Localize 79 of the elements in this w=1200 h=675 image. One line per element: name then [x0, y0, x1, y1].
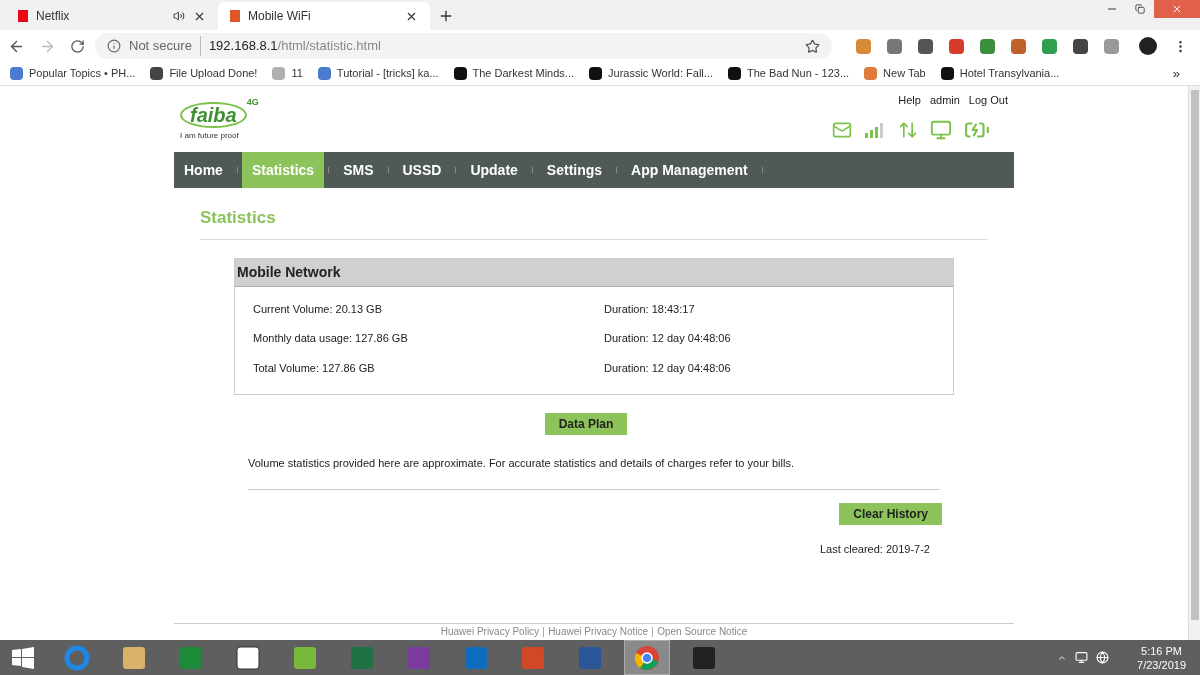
- extension-icon[interactable]: [949, 38, 964, 54]
- extension-icon[interactable]: [980, 38, 995, 54]
- bookmark-item[interactable]: New Tab: [864, 65, 926, 82]
- security-label: Not secure: [129, 36, 201, 56]
- bookmark-star-icon[interactable]: [805, 38, 820, 54]
- logo-tagline: I am future proof: [180, 130, 239, 142]
- last-cleared-text: Last cleared: 2019-7-2: [819, 541, 930, 557]
- page-title: Statistics: [200, 188, 988, 240]
- nav-tab[interactable]: USSD: [392, 152, 452, 188]
- panel-header: Mobile Network: [235, 258, 953, 287]
- avatar-icon[interactable]: [1139, 37, 1157, 55]
- tab-title: Netflix: [36, 8, 71, 25]
- bookmark-item[interactable]: File Upload Done!: [150, 65, 258, 82]
- duration-text: Duration: 12 day 04:48:06: [604, 331, 731, 346]
- app-icon: [406, 644, 432, 671]
- bookmark-item[interactable]: Hotel Transylvania...: [940, 65, 1060, 82]
- header-link[interactable]: Help: [898, 92, 921, 109]
- header-link[interactable]: Log Out: [968, 92, 1008, 109]
- bookmark-item[interactable]: 11: [272, 65, 303, 82]
- footer-link[interactable]: Open Source Notice: [657, 624, 748, 639]
- app-icon: [634, 644, 660, 671]
- address-bar[interactable]: Not secure 192.168.8.1/html/statistic.html: [95, 33, 832, 59]
- logo-4g-label: 4G: [246, 96, 259, 109]
- signal-icon: [864, 121, 886, 138]
- scrollbar[interactable]: [1188, 86, 1200, 640]
- app-icon: [292, 644, 318, 671]
- app-icon: [463, 644, 489, 671]
- duration-text: Duration: 12 day 04:48:06: [604, 360, 731, 376]
- app-icon: [121, 644, 147, 671]
- app-icon: [520, 644, 546, 671]
- speaker-icon[interactable]: [173, 10, 185, 22]
- app-icon: [178, 644, 204, 671]
- url-text: 192.168.8.1/html/statistic.html: [208, 37, 382, 56]
- monitor-icon: [930, 118, 952, 141]
- footer-link[interactable]: Huawei Privacy Policy: [440, 624, 540, 639]
- clock-time: 5:16 PM: [1141, 643, 1182, 658]
- browser-tab[interactable]: Mobile WiFi: [218, 2, 430, 30]
- clear-history-button[interactable]: Clear History: [839, 502, 942, 525]
- disclaimer-text: Volume statistics provided here are approximate. For accurate statistics and details of charges refer to your bills.: [248, 456, 795, 471]
- app-icon: [349, 644, 375, 671]
- app-icon: [691, 644, 717, 671]
- bookmark-item[interactable]: Popular Topics • PH...: [10, 65, 136, 82]
- browser-tab[interactable]: Netflix: [6, 2, 218, 30]
- nav-tab[interactable]: Settings: [536, 152, 613, 188]
- info-icon: [107, 39, 121, 53]
- nav-tab[interactable]: App Management: [621, 152, 758, 188]
- network-icon[interactable]: [1075, 651, 1089, 664]
- tab-title: Mobile WiFi: [248, 8, 312, 25]
- volume-text: Total Volume: 127.86 GB: [253, 360, 376, 376]
- nav-tab[interactable]: SMS: [333, 152, 384, 188]
- nav-tab[interactable]: Update: [460, 152, 528, 188]
- restore-icon: [1135, 4, 1145, 14]
- logo-wordmark: faiba: [180, 102, 247, 128]
- tray-icon[interactable]: [1096, 651, 1110, 664]
- extension-icon[interactable]: [887, 38, 902, 54]
- footer-link[interactable]: Huawei Privacy Notice: [548, 624, 649, 639]
- header-link[interactable]: admin: [929, 92, 960, 109]
- nav-tab[interactable]: Home: [174, 152, 233, 188]
- new-tab-icon[interactable]: [438, 8, 454, 24]
- close-icon: [1171, 3, 1183, 15]
- volume-text: Current Volume: 20.13 GB: [253, 301, 383, 317]
- duration-text: Duration: 18:43:17: [604, 301, 695, 317]
- app-icon: [235, 644, 261, 671]
- more-bookmarks-button[interactable]: »: [1172, 63, 1180, 84]
- clock[interactable]: 5:16 PM 7/23/2019: [1137, 643, 1186, 672]
- data-plan-button[interactable]: Data Plan: [544, 413, 628, 435]
- bookmark-item[interactable]: The Darkest Minds...: [453, 65, 574, 82]
- reload-icon[interactable]: [70, 38, 85, 54]
- bookmark-item[interactable]: Jurassic World: Fall...: [589, 65, 713, 82]
- volume-text: Monthly data usage: 127.86 GB: [253, 331, 409, 346]
- bookmark-item[interactable]: The Bad Nun - 123...: [727, 65, 850, 82]
- extension-icon[interactable]: [1011, 38, 1026, 54]
- extension-icon[interactable]: [918, 38, 933, 54]
- bookmark-item[interactable]: Tutorial - [tricks] ka...: [317, 65, 439, 82]
- app-icon: [577, 644, 603, 671]
- windows-start-icon[interactable]: [12, 646, 34, 669]
- extension-icon[interactable]: [1073, 38, 1088, 54]
- clock-date: 7/23/2019: [1137, 657, 1186, 672]
- app-icon: [64, 644, 90, 671]
